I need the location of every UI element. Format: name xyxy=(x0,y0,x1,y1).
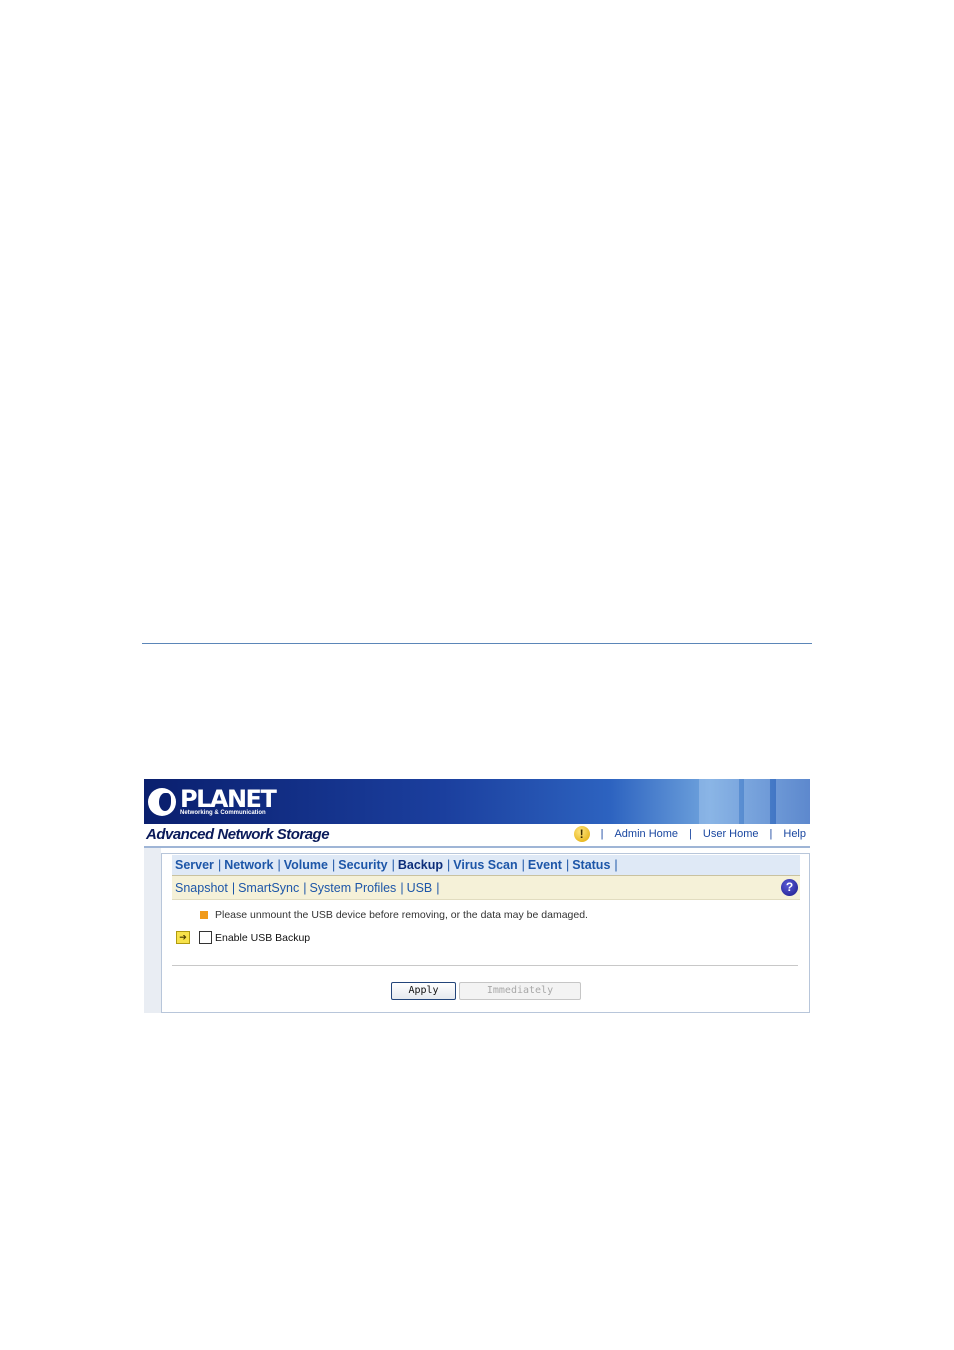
submenu-snapshot[interactable]: Snapshot xyxy=(172,881,232,895)
help-icon[interactable]: ? xyxy=(781,879,798,896)
planet-logo: PLANET Networking & Communication xyxy=(148,784,277,819)
left-gutter xyxy=(144,848,161,1013)
top-links: ! | Admin Home | User Home | Help xyxy=(573,826,806,842)
arrow-icon: ➔ xyxy=(176,931,190,944)
usb-notice: Please unmount the USB device before rem… xyxy=(200,909,588,921)
menu-virus-scan[interactable]: Virus Scan xyxy=(450,858,521,872)
admin-home-link[interactable]: Admin Home xyxy=(614,828,678,840)
enable-usb-backup-label[interactable]: Enable USB Backup xyxy=(215,932,310,944)
menu-status[interactable]: Status xyxy=(569,858,614,872)
immediately-button[interactable]: Immediately xyxy=(459,982,581,1000)
user-home-link[interactable]: User Home xyxy=(703,828,759,840)
menu-server[interactable]: Server xyxy=(172,858,218,872)
content-panel: Server | Network | Volume | Security | Backu… xyxy=(161,853,810,1013)
divider xyxy=(172,965,798,966)
menu-volume[interactable]: Volume xyxy=(281,858,332,872)
menu-security[interactable]: Security xyxy=(335,858,391,872)
planet-logo-mark xyxy=(148,788,176,816)
sub-menu: Snapshot | SmartSync | System Profiles | US… xyxy=(172,875,800,900)
submenu-system-profiles[interactable]: System Profiles xyxy=(306,881,400,895)
logo-subtitle: Networking & Communication xyxy=(180,809,266,816)
menu-event[interactable]: Event xyxy=(525,858,566,872)
warning-icon[interactable]: ! xyxy=(573,826,590,842)
notice-marker-icon xyxy=(200,911,208,919)
apply-button[interactable]: Apply xyxy=(391,982,456,1000)
header-banner: PLANET Networking & Communication xyxy=(144,779,810,824)
submenu-smartsync[interactable]: SmartSync xyxy=(235,881,303,895)
menu-backup[interactable]: Backup xyxy=(395,858,447,872)
horizontal-rule xyxy=(142,643,812,644)
submenu-usb[interactable]: USB xyxy=(404,881,437,895)
main-menu: Server | Network | Volume | Security | Backu… xyxy=(172,855,800,875)
logo-name: PLANET xyxy=(180,784,277,813)
nas-admin-screenshot: PLANET Networking & Communication Advanc… xyxy=(144,779,810,1013)
menu-network[interactable]: Network xyxy=(221,858,277,872)
enable-usb-backup-checkbox[interactable] xyxy=(199,931,212,944)
enable-usb-backup-row: ➔ Enable USB Backup xyxy=(176,931,310,944)
help-link[interactable]: Help xyxy=(783,828,806,840)
app-title: Advanced Network Storage xyxy=(146,826,330,843)
title-bar: Advanced Network Storage ! | Admin Home … xyxy=(144,824,810,848)
notice-text: Please unmount the USB device before rem… xyxy=(215,909,588,921)
